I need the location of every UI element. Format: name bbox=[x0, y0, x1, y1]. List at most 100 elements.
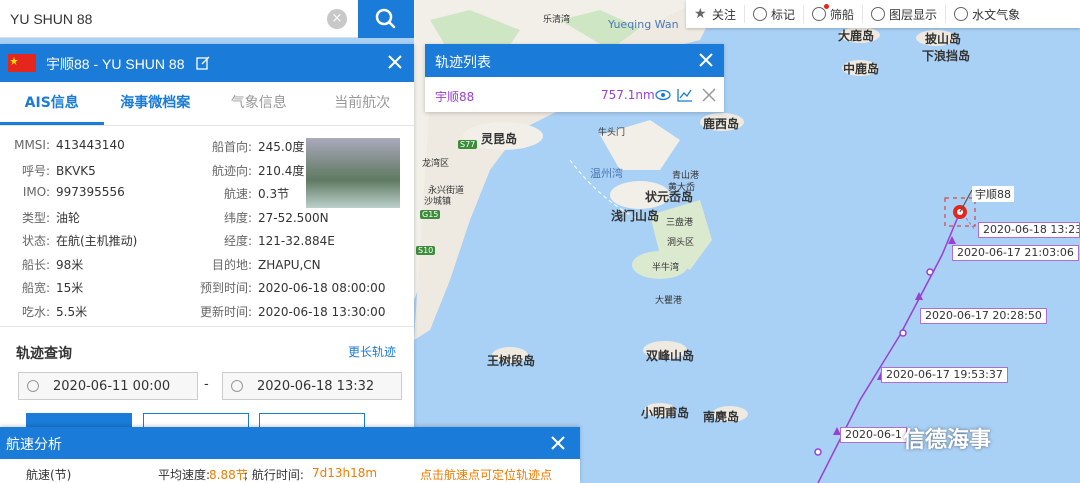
info-value: 2020-06-18 13:30:00 bbox=[258, 304, 386, 319]
ship-title: 宇顺88 - YU SHUN 88 bbox=[46, 56, 185, 72]
clock-icon bbox=[231, 380, 243, 392]
track-point-label[interactable]: 2020-06-18 13:23:0 bbox=[978, 222, 1080, 238]
map-place-label: 沙城镇 bbox=[424, 197, 452, 207]
info-value: 15米 bbox=[56, 281, 84, 295]
info-key: 吃水: bbox=[21, 304, 50, 319]
sail-time-value: 7d13h18m bbox=[312, 466, 378, 480]
info-row-left: 船宽: 15米 bbox=[8, 279, 83, 296]
chart-line-icon[interactable] bbox=[677, 88, 693, 102]
map-place-label: 大瞿港 bbox=[655, 296, 683, 306]
clock-icon bbox=[27, 380, 39, 392]
track-point-label[interactable]: 2020-06-17 20:28:50 bbox=[920, 308, 1047, 324]
speed-panel-header: 航速分析 bbox=[0, 427, 580, 459]
search-button[interactable] bbox=[358, 0, 414, 38]
map-place-label: 王树段岛 bbox=[487, 354, 536, 368]
edit-icon[interactable] bbox=[196, 56, 210, 70]
info-row-right: 航迹向: 210.4度 bbox=[186, 162, 304, 179]
tag-icon bbox=[753, 7, 768, 21]
map-place-label: 披山岛 bbox=[925, 32, 962, 46]
info-key: 状态: bbox=[21, 234, 50, 248]
info-row-left: 吃水: 5.5米 bbox=[8, 303, 87, 320]
close-icon[interactable] bbox=[386, 53, 404, 71]
filter-ships-button[interactable]: 筛船 bbox=[804, 4, 864, 23]
info-row-right: 纬度: 27-52.500N bbox=[186, 209, 329, 226]
track-point-label[interactable]: 2020-06-17 21:03:06 bbox=[952, 245, 1079, 261]
info-key: 类型: bbox=[21, 210, 50, 225]
map-place-label: 牛头门 bbox=[598, 128, 626, 138]
info-row-right: 船首向: 245.0度 bbox=[186, 138, 304, 155]
remove-icon[interactable] bbox=[701, 88, 717, 102]
map-place-label: 乐清湾 bbox=[543, 15, 571, 25]
end-date-value: 2020-06-18 13:32 bbox=[257, 379, 375, 394]
tab-weather-info[interactable]: 气象信息 bbox=[207, 82, 311, 125]
info-key: 航速: bbox=[223, 187, 252, 201]
eye-icon[interactable] bbox=[655, 88, 671, 102]
tab-current-voyage[interactable]: 当前航次 bbox=[311, 82, 415, 125]
track-list-title: 轨迹列表 bbox=[435, 55, 491, 71]
track-distance: 757.1nm bbox=[601, 88, 655, 102]
sail-time-label: ; 航行时间: bbox=[244, 468, 304, 482]
info-key: 航迹向: bbox=[211, 163, 252, 178]
ship-info-panel: 宇顺88 - YU SHUN 88 AIS信息 海事微档案 气象信息 当前航次 … bbox=[0, 44, 414, 439]
tab-ais-info[interactable]: AIS信息 bbox=[0, 82, 104, 125]
track-point-label[interactable]: 2020-06-17 19:53:37 bbox=[881, 367, 1008, 383]
avg-speed-label: 平均速度: bbox=[158, 468, 211, 482]
track-query-section: 轨迹查询 更长轨迹 2020-06-11 00:00 - 2020-06-18 … bbox=[0, 326, 414, 439]
follow-button[interactable]: ★ 关注 bbox=[686, 5, 746, 23]
toolbar-label: 图层显示 bbox=[889, 7, 938, 22]
close-icon[interactable] bbox=[698, 52, 714, 68]
info-value: 0.3节 bbox=[258, 187, 290, 201]
longer-track-link[interactable]: 更长轨迹 bbox=[348, 343, 396, 360]
map-place-label: 洞头区 bbox=[667, 238, 695, 248]
layers-button[interactable]: 图层显示 bbox=[863, 5, 947, 23]
map-place-label: 双峰山岛 bbox=[646, 349, 695, 363]
weather-button[interactable]: 水文气象 bbox=[946, 5, 1028, 23]
search-input[interactable] bbox=[10, 8, 320, 30]
clear-icon[interactable]: × bbox=[327, 9, 347, 29]
start-date-field[interactable]: 2020-06-11 00:00 bbox=[18, 372, 198, 400]
map-place-label: 黄大岙 bbox=[668, 183, 696, 193]
info-row-right: 预到时间: 2020-06-18 08:00:00 bbox=[186, 279, 386, 296]
map-place-label: 浅门山岛 bbox=[611, 209, 660, 223]
map-place-label: 大鹿岛 bbox=[838, 29, 875, 43]
close-icon[interactable] bbox=[550, 435, 566, 451]
info-value: 413443140 bbox=[56, 138, 125, 152]
info-key: 船首向: bbox=[211, 140, 252, 154]
ship-tabs: AIS信息 海事微档案 气象信息 当前航次 bbox=[0, 82, 414, 126]
info-key: MMSI: bbox=[14, 138, 50, 152]
road-tag-g15: G15 bbox=[420, 210, 441, 219]
speed-analysis-panel: 航速分析 航速(节) 平均速度: 8.88节 ; 航行时间: 7d13h18m … bbox=[0, 427, 580, 483]
ship-photo[interactable] bbox=[306, 138, 400, 208]
map-place-label: 下浪挡岛 bbox=[922, 49, 971, 63]
info-key: 预到时间: bbox=[199, 281, 252, 295]
end-date-field[interactable]: 2020-06-18 13:32 bbox=[222, 372, 402, 400]
info-row-left: MMSI: 413443140 bbox=[8, 138, 125, 152]
ship-panel-header: 宇顺88 - YU SHUN 88 bbox=[0, 44, 414, 82]
info-value: 997395556 bbox=[56, 185, 125, 199]
mark-button[interactable]: 标记 bbox=[745, 5, 805, 23]
date-separator: - bbox=[204, 377, 209, 392]
info-row-right: 经度: 121-32.884E bbox=[186, 232, 335, 249]
info-key: 经度: bbox=[223, 234, 252, 248]
map-place-label: 三盘港 bbox=[666, 218, 694, 228]
track-point-label[interactable]: 2020-06-1 bbox=[840, 427, 907, 443]
toolbar-label: 筛船 bbox=[830, 7, 855, 22]
toolbar-label: 标记 bbox=[771, 7, 796, 22]
info-key: 船宽: bbox=[21, 281, 50, 295]
speed-panel-title: 航速分析 bbox=[6, 437, 62, 453]
info-value: 在航(主机推动) bbox=[56, 234, 138, 248]
locate-hint: 点击航速点可定位轨迹点 bbox=[420, 468, 553, 482]
info-row-left: IMO: 997395556 bbox=[8, 185, 125, 199]
info-value: 2020-06-18 08:00:00 bbox=[258, 281, 386, 295]
info-row-left: 船长: 98米 bbox=[8, 256, 83, 273]
map-place-label: 小明甫岛 bbox=[641, 406, 690, 420]
vessel-name-label[interactable]: 宇顺88 bbox=[972, 186, 1014, 202]
search-bar: × bbox=[0, 0, 414, 38]
info-row-left: 呼号: BKVK5 bbox=[8, 162, 96, 179]
info-value: 98米 bbox=[56, 257, 84, 272]
info-value: ZHAPU,CN bbox=[258, 257, 321, 272]
track-list-panel: 轨迹列表 宇顺88 757.1nm bbox=[425, 44, 724, 112]
track-vessel-name[interactable]: 宇顺88 bbox=[435, 88, 474, 105]
tab-maritime-archive[interactable]: 海事微档案 bbox=[104, 82, 208, 125]
watermark-text: 信德海事 bbox=[903, 428, 992, 453]
